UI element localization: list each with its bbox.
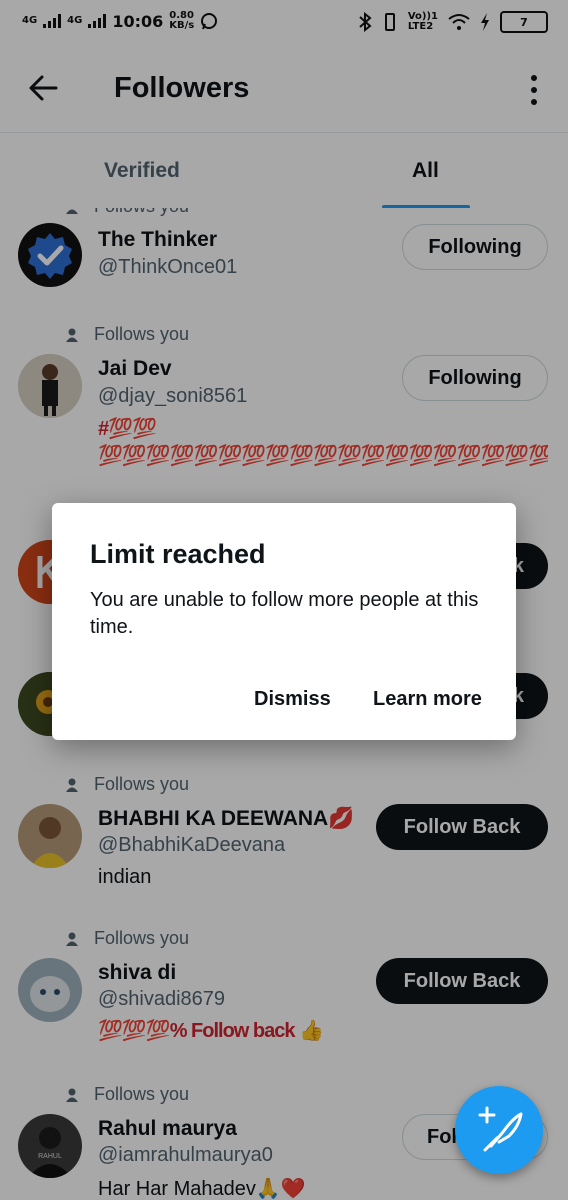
dialog-message: You are unable to follow more people at … <box>90 589 479 638</box>
limit-reached-dialog: Limit reached You are unable to follow m… <box>52 503 516 740</box>
compose-button[interactable] <box>455 1086 543 1174</box>
dialog-title: Limit reached <box>90 539 266 569</box>
compose-feather-icon <box>478 1106 523 1152</box>
dismiss-button[interactable]: Dismiss <box>254 688 331 711</box>
learn-more-button[interactable]: Learn more <box>373 688 482 711</box>
